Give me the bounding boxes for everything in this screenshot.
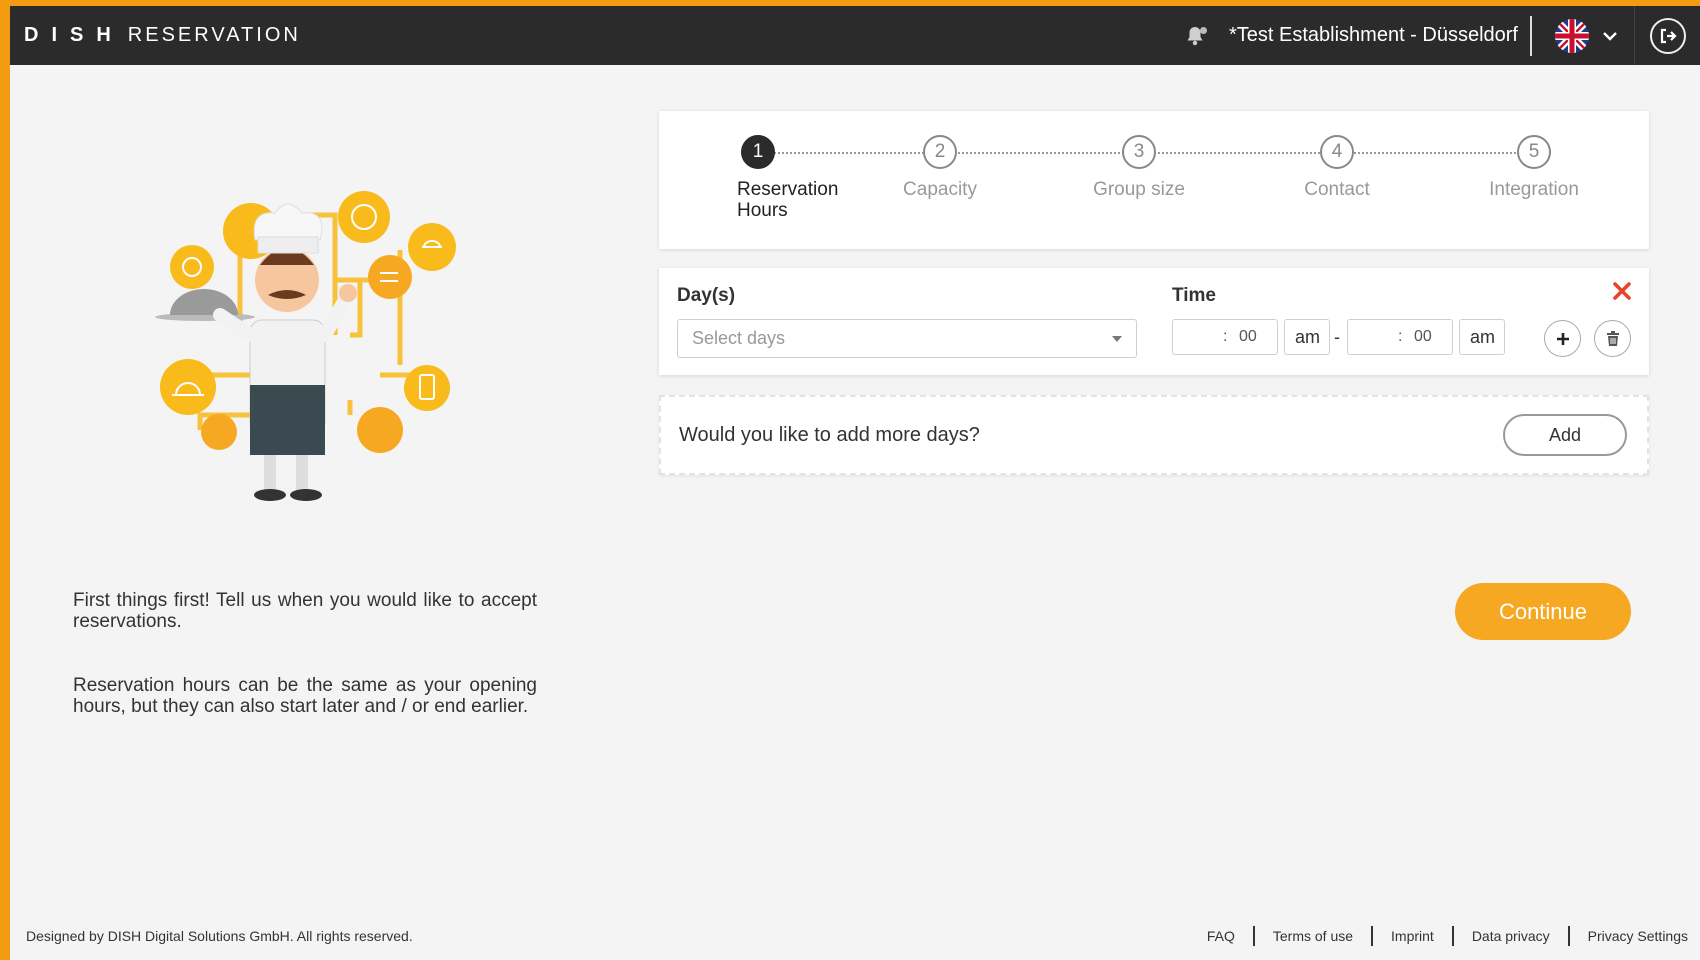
step-label: Contact — [1304, 179, 1370, 200]
footer-copyright: Designed by DISH Digital Solutions GmbH.… — [26, 928, 413, 944]
stepper-card: 1 Reservation Hours 2 Capacity 3 Group s… — [659, 111, 1649, 249]
logo-brand: DISH — [24, 24, 124, 46]
reservation-hours-card: Day(s) Select days Time : 00 am - : 00 a… — [659, 268, 1649, 375]
add-button[interactable]: Add — [1503, 414, 1627, 456]
days-select[interactable]: Select days — [677, 319, 1137, 358]
end-ampm-select[interactable]: am — [1459, 319, 1505, 355]
add-more-days-card: Would you like to add more days? Add — [659, 395, 1649, 475]
delete-time-button[interactable] — [1594, 320, 1631, 357]
start-time-input[interactable]: : 00 — [1172, 319, 1278, 355]
step-label: Reservation Hours — [737, 179, 839, 221]
step-reservation-hours[interactable]: 1 Reservation Hours — [737, 135, 877, 221]
trash-icon — [1606, 330, 1619, 346]
caret-down-icon — [1112, 336, 1122, 342]
step-label: Group size — [1093, 179, 1185, 200]
establishment-name[interactable]: *Test Establishment - Düsseldorf — [1229, 24, 1518, 47]
end-minutes: 00 — [1414, 328, 1432, 345]
logout-button[interactable] — [1649, 17, 1686, 54]
start-ampm-select[interactable]: am — [1284, 319, 1330, 355]
days-label: Day(s) — [677, 285, 736, 306]
notifications-button[interactable] — [1175, 16, 1215, 56]
language-selector[interactable] — [1554, 18, 1618, 54]
step-number: 3 — [1122, 135, 1156, 169]
step-number: 2 — [923, 135, 957, 169]
footer-link-terms[interactable]: Terms of use — [1255, 928, 1371, 944]
top-bar: DISH RESERVATION *Test Establishment - D… — [10, 6, 1700, 65]
step-group-size[interactable]: 3 Group size — [1064, 135, 1214, 200]
step-contact[interactable]: 4 Contact — [1272, 135, 1402, 200]
step-label: Integration — [1489, 179, 1579, 200]
logo-product: RESERVATION — [127, 24, 301, 46]
footer-link-privacy-settings[interactable]: Privacy Settings — [1570, 928, 1688, 944]
footer-link-data-privacy[interactable]: Data privacy — [1454, 928, 1568, 944]
add-time-button[interactable] — [1544, 320, 1581, 357]
days-placeholder: Select days — [692, 328, 786, 348]
step-number: 1 — [741, 135, 775, 169]
plus-icon — [1556, 332, 1569, 345]
footer-links: FAQ Terms of use Imprint Data privacy Pr… — [1189, 926, 1688, 946]
start-ampm-value: am — [1295, 326, 1321, 347]
footer-link-faq[interactable]: FAQ — [1189, 928, 1253, 944]
step-integration[interactable]: 5 Integration — [1464, 135, 1604, 200]
logo[interactable]: DISH RESERVATION — [24, 24, 301, 47]
end-ampm-value: am — [1470, 326, 1496, 347]
chevron-down-icon — [1603, 31, 1617, 41]
hours-info-paragraph: Reservation hours can be the same as you… — [73, 675, 537, 717]
step-number: 5 — [1517, 135, 1551, 169]
time-label: Time — [1172, 285, 1217, 306]
close-icon[interactable] — [1611, 280, 1633, 302]
start-minutes: 00 — [1239, 328, 1257, 345]
step-capacity[interactable]: 2 Capacity — [875, 135, 1005, 200]
chef-illustration — [155, 191, 456, 501]
end-time-input[interactable]: : 00 — [1347, 319, 1453, 355]
notification-dot — [1199, 26, 1207, 34]
header-divider — [1530, 15, 1532, 56]
logout-icon — [1660, 28, 1677, 43]
add-more-question: Would you like to add more days? — [679, 424, 980, 446]
step-label: Capacity — [903, 179, 977, 200]
uk-flag-icon — [1555, 18, 1589, 53]
footer-link-imprint[interactable]: Imprint — [1373, 928, 1452, 944]
continue-button[interactable]: Continue — [1455, 583, 1631, 640]
intro-paragraph: First things first! Tell us when you wou… — [73, 590, 537, 632]
time-separator: - — [1334, 327, 1340, 347]
step-number: 4 — [1320, 135, 1354, 169]
